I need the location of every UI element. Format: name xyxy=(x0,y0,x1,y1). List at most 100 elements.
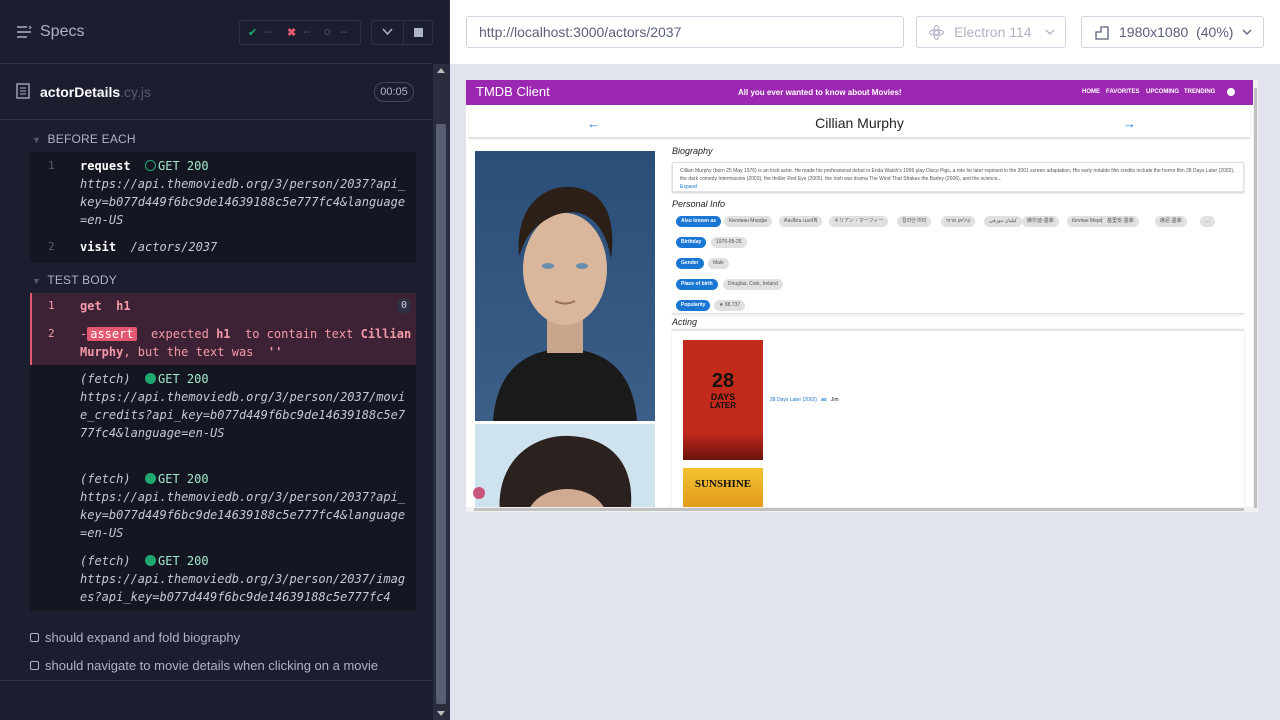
viewport-icon xyxy=(1095,26,1109,40)
command-row[interactable]: 2 - assert expected h1 to contain text Ci… xyxy=(30,325,416,361)
place-of-birth-value: Douglas, Cork, Ireland xyxy=(723,279,783,290)
acting-heading: Acting xyxy=(672,317,698,327)
alias-chip: คิลเลียน เมอร์ฟี xyxy=(779,216,823,227)
stop-icon[interactable] xyxy=(414,28,423,37)
poster-title: SUNSHINE xyxy=(694,478,752,490)
run-controls xyxy=(371,20,433,45)
poster-title: LATER xyxy=(709,401,737,410)
app-brand[interactable]: TMDB Client xyxy=(476,84,550,99)
specs-list-icon[interactable] xyxy=(16,24,32,40)
account-icon[interactable] xyxy=(1227,88,1235,96)
chevron-down-icon[interactable] xyxy=(382,28,393,36)
checkbox-icon xyxy=(30,661,39,670)
command-number: 1 xyxy=(48,299,55,312)
command-arg: https://api.themoviedb.org/3/person/2037… xyxy=(80,572,406,604)
nav-favorites[interactable]: FAVORITES xyxy=(1106,89,1140,95)
request-status: GET 200 xyxy=(145,159,209,173)
test-body-section[interactable]: ▼ TEST BODY xyxy=(32,273,117,287)
app-horizontal-scrollbar[interactable] xyxy=(466,507,1253,512)
specs-title[interactable]: Specs xyxy=(40,23,84,41)
fetch-row[interactable]: (fetch) GET 200 https://api.themoviedb.or… xyxy=(30,470,416,542)
also-known-as-chip: Also known as xyxy=(676,216,722,227)
divider xyxy=(403,21,404,44)
fetch-row[interactable]: (fetch) GET 200 https://api.themoviedb.or… xyxy=(30,370,416,460)
url-bar[interactable]: http://localhost:3000/actors/2037 xyxy=(466,16,904,48)
personal-info-heading: Personal Info xyxy=(672,199,726,209)
assert-badge: assert xyxy=(87,327,137,341)
command-arg: https://api.themoviedb.org/3/person/2037… xyxy=(80,490,406,540)
actor-photo xyxy=(475,151,655,421)
spec-file-name: actorDetails.cy.js xyxy=(40,84,152,100)
scroll-down-arrow-icon[interactable] xyxy=(437,711,445,716)
test-item[interactable]: should expand and fold biography xyxy=(30,630,240,645)
command-arg: /actors/2037 xyxy=(130,240,218,254)
alias-chip: キリアン・マーフィー xyxy=(829,216,889,227)
scrollbar-thumb[interactable] xyxy=(474,508,1244,511)
nav-home[interactable]: HOME xyxy=(1082,89,1100,95)
app-under-test-panel: http://localhost:3000/actors/2037 Electr… xyxy=(450,0,1280,720)
divider xyxy=(0,680,432,681)
actor-header: ← Cillian Murphy → xyxy=(469,110,1250,138)
place-of-birth-chip: Place of birth xyxy=(676,279,718,290)
circle-icon xyxy=(145,555,157,566)
popularity-chip: Popularity xyxy=(676,300,711,311)
movie-link[interactable]: 28 Days Later (2002) xyxy=(770,397,817,403)
browser-name: Electron 114 xyxy=(954,24,1032,40)
browser-toolbar: http://localhost:3000/actors/2037 Electr… xyxy=(450,0,1280,64)
movie-poster[interactable]: 28 DAYS LATER xyxy=(683,340,763,460)
alias-chip: קיליאן מרפי xyxy=(941,216,976,227)
reporter-scrollbar[interactable] xyxy=(433,64,450,720)
alias-chip: كيليان مورفي xyxy=(984,216,1022,227)
stats-bar: ✔ -- ✖ -- ◌ -- xyxy=(239,20,361,45)
browser-selector[interactable]: Electron 114 xyxy=(916,16,1066,48)
star-icon: ★ xyxy=(719,302,724,308)
aut-iframe: TMDB Client All you ever wanted to know … xyxy=(466,80,1258,512)
gender-chip: Gender xyxy=(676,258,704,269)
movie-poster[interactable]: SUNSHINE xyxy=(683,468,763,508)
chevron-down-icon xyxy=(1242,29,1252,35)
command-name: request xyxy=(80,159,131,173)
chevron-down-icon: ▼ xyxy=(32,276,42,286)
biography-card: Cillian Murphy (born 25 May 1976) is an … xyxy=(672,162,1244,192)
poster-title: 28 xyxy=(711,370,735,392)
alias-chip: … xyxy=(1200,216,1215,227)
spec-duration: 00:05 xyxy=(374,82,414,102)
expand-link[interactable]: Expand xyxy=(680,184,697,190)
viewport-info[interactable]: 1980x1080 (40%) xyxy=(1081,16,1264,48)
before-each-section[interactable]: ▼ BEFORE EACH xyxy=(32,132,136,146)
divider xyxy=(672,313,1244,314)
scrollbar-thumb[interactable] xyxy=(436,124,446,704)
alias-chip: 席尼·墨菲 xyxy=(1155,216,1187,227)
actor-photo xyxy=(475,424,655,512)
command-arg: h1 xyxy=(116,299,131,313)
arrow-right-icon[interactable]: → xyxy=(1123,116,1136,131)
divider xyxy=(0,119,432,120)
command-number: 2 xyxy=(48,240,55,253)
pending-count: -- xyxy=(340,26,348,38)
electron-icon xyxy=(929,25,944,40)
circle-icon xyxy=(145,160,157,171)
alias-chip: 基里安·墨菲 xyxy=(1102,216,1139,227)
scroll-up-arrow-icon[interactable] xyxy=(437,68,445,73)
alias-chip: 席尔迪·墨菲 xyxy=(1022,216,1059,227)
nav-trending[interactable]: TRENDING xyxy=(1184,89,1215,95)
command-number: 2 xyxy=(48,327,55,340)
cross-icon: ✖ xyxy=(287,27,297,39)
movie-credit: 28 Days Later (2002) as Jim xyxy=(770,397,839,403)
chevron-down-icon: ▼ xyxy=(32,135,42,145)
app-tagline: All you ever wanted to know about Movies… xyxy=(738,88,902,97)
spec-file-header: actorDetails.cy.js 00:05 xyxy=(16,80,416,104)
viewport-zoom: (40%) xyxy=(1196,24,1234,40)
command-row[interactable]: 2 visit /actors/2037 xyxy=(30,238,416,256)
app-vertical-scrollbar[interactable] xyxy=(1253,80,1258,512)
alias-chip: Киллиан Мерфи xyxy=(724,216,772,227)
gender-value: Male xyxy=(708,258,729,269)
birthday-value: 1976-05-25 xyxy=(711,237,747,248)
test-item[interactable]: should navigate to movie details when cl… xyxy=(30,658,378,673)
command-row[interactable]: 1 request GET 200 https://api.themoviedb… xyxy=(30,157,416,229)
nav-upcoming[interactable]: UPCOMING xyxy=(1146,89,1179,95)
app-bar: TMDB Client All you ever wanted to know … xyxy=(466,80,1253,105)
command-row[interactable]: 1 get h1 0 xyxy=(30,297,416,317)
scrollbar-thumb[interactable] xyxy=(1254,88,1257,508)
fetch-row[interactable]: (fetch) GET 200 https://api.themoviedb.or… xyxy=(30,552,416,606)
